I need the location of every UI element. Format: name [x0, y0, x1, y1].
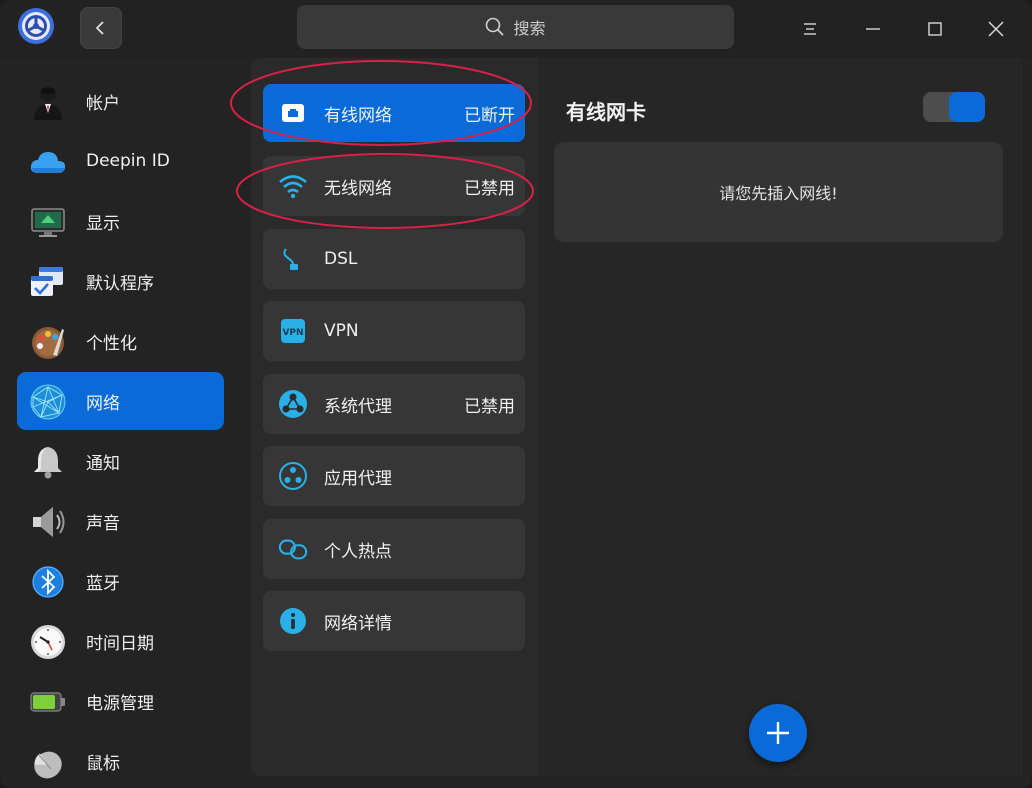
wifi-icon [278, 171, 308, 201]
sidebar-item-display[interactable]: 显示 [17, 192, 224, 250]
sidebar-item-label: 网络 [86, 393, 120, 414]
sidebar-item-label: 声音 [86, 513, 120, 534]
plug-cable-message: 请您先插入网线! [719, 184, 838, 203]
sidebar-item-mouse[interactable]: 鼠标 [17, 732, 224, 788]
network-item-label: 个人热点 [324, 541, 392, 562]
clock-icon [31, 625, 65, 659]
svg-text:VPN: VPN [282, 328, 303, 338]
account-icon [34, 86, 62, 120]
sidebar-item-label: 鼠标 [86, 753, 120, 774]
network-item-label: 系统代理 [324, 396, 392, 417]
panel-title: 有线网卡 [566, 100, 646, 124]
sidebar-item-label: 蓝牙 [86, 573, 120, 594]
network-item-label: DSL [324, 249, 358, 269]
sidebar-item-datetime[interactable]: 时间日期 [17, 612, 224, 670]
sidebar-item-sound[interactable]: 声音 [17, 492, 224, 550]
app-proxy-icon [278, 461, 308, 491]
network-item-details[interactable]: 网络详情 [263, 591, 525, 651]
network-item-label: 有线网络 [324, 105, 392, 126]
add-connection-button[interactable] [749, 704, 807, 762]
network-item-status: 已断开 [464, 105, 515, 126]
hotspot-icon [278, 534, 308, 564]
close-button[interactable] [976, 9, 1016, 49]
network-item-vpn[interactable]: VPN VPN [263, 301, 525, 361]
dsl-icon [278, 244, 308, 274]
network-item-status: 已禁用 [464, 396, 515, 417]
plus-icon [767, 722, 789, 744]
sidebar-item-label: 帐户 [86, 93, 120, 114]
sidebar: 帐户 Deepin ID 显示 默认程序 个性化 网络 通知 声音 蓝牙 时间日… [0, 58, 240, 788]
sidebar-item-personalization[interactable]: 个性化 [17, 312, 224, 370]
sidebar-item-label: 时间日期 [86, 633, 154, 654]
system-proxy-icon [278, 389, 308, 419]
network-item-label: 网络详情 [324, 613, 392, 634]
maximize-button[interactable] [915, 9, 955, 49]
sidebar-item-label: 显示 [86, 213, 120, 234]
sidebar-item-bluetooth[interactable]: 蓝牙 [17, 552, 224, 610]
network-item-dsl[interactable]: DSL [263, 229, 525, 289]
network-item-hotspot[interactable]: 个人热点 [263, 519, 525, 579]
close-icon [988, 21, 1004, 37]
cloud-icon [30, 152, 66, 173]
network-item-label: VPN [324, 321, 359, 341]
battery-icon [30, 692, 65, 712]
sidebar-item-power[interactable]: 电源管理 [17, 672, 224, 730]
menu-icon [804, 23, 816, 35]
back-button[interactable] [80, 7, 122, 49]
sidebar-item-account[interactable]: 帐户 [17, 72, 224, 130]
network-item-status: 已禁用 [464, 178, 515, 199]
search-placeholder: 搜索 [513, 19, 546, 38]
network-item-wireless[interactable]: 无线网络 已禁用 [263, 156, 525, 216]
wired-network-icon [278, 98, 308, 128]
control-center-window: 搜索 帐户 Deepin ID 显示 默认程序 个性化 网络 通知 声音 蓝牙 … [0, 0, 1032, 788]
palette-icon [32, 327, 64, 359]
minimize-button[interactable] [853, 9, 893, 49]
network-category-panel: 有线网络 已断开 无线网络 已禁用 DSL VPN VPN 系统代理 已禁用 应… [251, 58, 538, 776]
bluetooth-icon [32, 566, 64, 598]
search-icon [486, 17, 505, 36]
maximize-icon [928, 22, 942, 36]
menu-button[interactable] [790, 9, 830, 49]
network-item-system-proxy[interactable]: 系统代理 已禁用 [263, 374, 525, 434]
chevron-left-icon [95, 21, 104, 35]
network-globe-icon [30, 384, 66, 420]
title-bar: 搜索 [0, 0, 1032, 58]
sidebar-item-network[interactable]: 网络 [17, 372, 224, 430]
app-logo-icon [18, 8, 54, 44]
sidebar-item-label: 个性化 [86, 333, 137, 354]
sidebar-item-deepin-id[interactable]: Deepin ID [17, 132, 224, 190]
sidebar-item-label: 默认程序 [86, 273, 154, 294]
network-item-label: 无线网络 [324, 178, 392, 199]
plug-cable-message-card: 请您先插入网线! [554, 142, 1003, 242]
display-icon [31, 208, 65, 237]
sidebar-item-notification[interactable]: 通知 [17, 432, 224, 490]
network-item-wired[interactable]: 有线网络 已断开 [263, 84, 525, 142]
bell-icon [34, 447, 62, 479]
sidebar-item-label: 通知 [86, 453, 120, 474]
network-item-label: 应用代理 [324, 468, 392, 489]
vpn-icon: VPN [278, 316, 308, 346]
wired-detail-panel: 有线网卡 请您先插入网线! [538, 58, 1022, 776]
wired-toggle-switch[interactable] [923, 92, 985, 122]
toggle-knob [949, 92, 985, 122]
sidebar-item-label: 电源管理 [86, 693, 154, 714]
search-input[interactable]: 搜索 [297, 5, 734, 49]
info-icon [278, 606, 308, 636]
speaker-icon [33, 507, 65, 537]
mouse-icon [34, 751, 62, 779]
default-apps-icon [31, 267, 63, 296]
sidebar-item-default-apps[interactable]: 默认程序 [17, 252, 224, 310]
minimize-icon [866, 28, 880, 30]
network-item-app-proxy[interactable]: 应用代理 [263, 446, 525, 506]
sidebar-item-label: Deepin ID [86, 151, 170, 171]
